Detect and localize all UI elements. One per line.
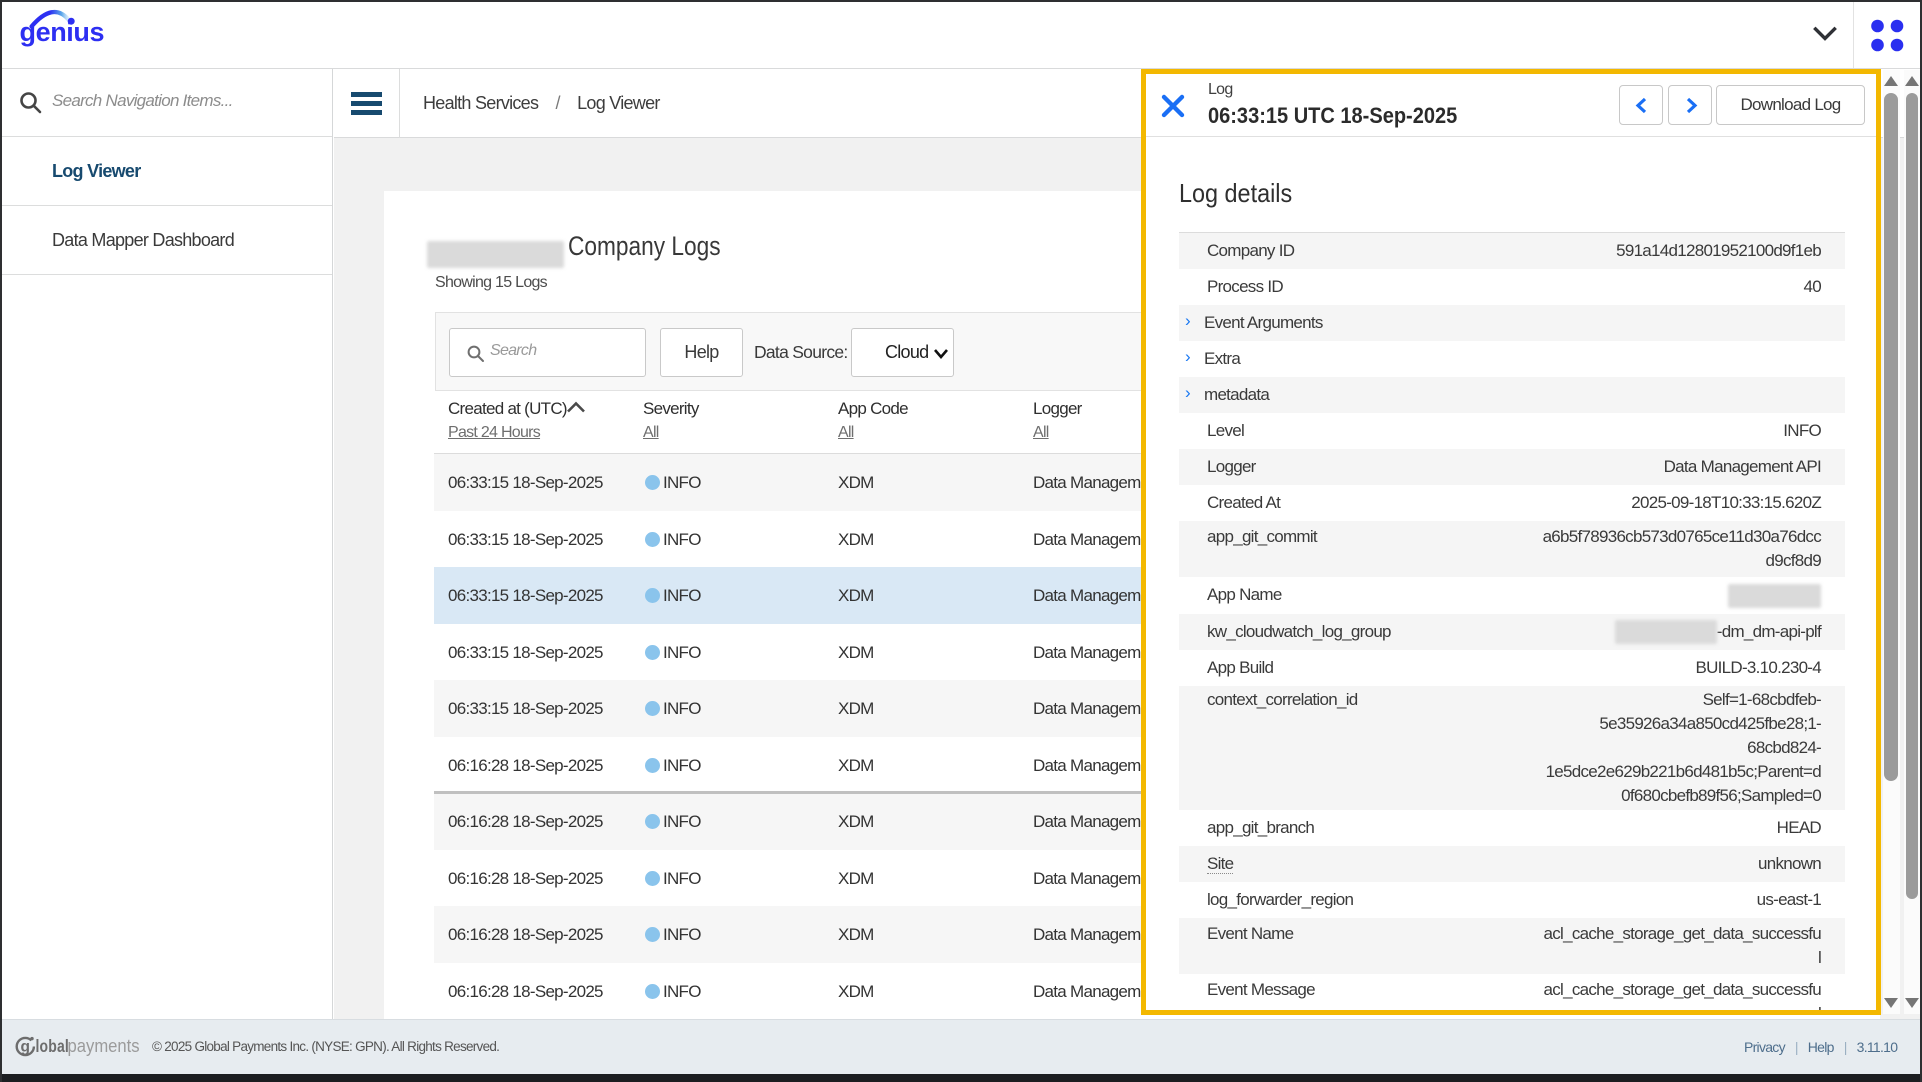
svg-text:lobal: lobal	[36, 1038, 69, 1057]
svg-text:g: g	[21, 1039, 30, 1056]
svg-text:genius: genius	[20, 17, 105, 47]
svg-text:payments: payments	[68, 1035, 140, 1056]
